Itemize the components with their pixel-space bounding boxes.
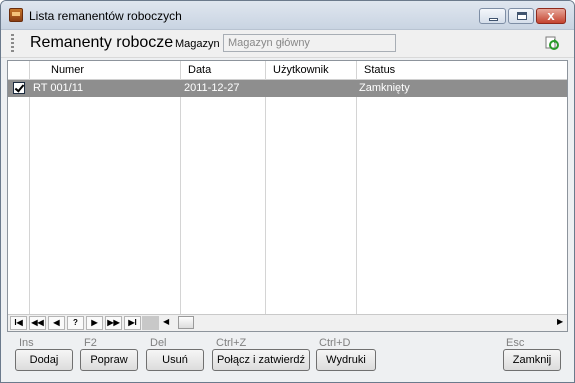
shortcut-polacz: Ctrl+Z: [216, 337, 247, 349]
scroll-right-icon[interactable]: ▶: [557, 317, 563, 326]
minimize-button[interactable]: [479, 8, 506, 24]
prints-button[interactable]: Wydruki: [316, 349, 376, 371]
table-row[interactable]: RT 001/11 2011-12-27 Zamknięty: [8, 80, 567, 97]
previous-page-button[interactable]: ◀◀: [29, 316, 46, 330]
edit-button[interactable]: Popraw: [80, 349, 138, 371]
nav-spacer: [142, 316, 159, 330]
add-button[interactable]: Dodaj: [15, 349, 73, 371]
column-header-uzytkownik[interactable]: Użytkownik: [273, 64, 329, 76]
column-divider: [265, 61, 266, 315]
close-window-button[interactable]: Zamknij: [503, 349, 561, 371]
navigation-bar: I◀ ◀◀ ◀ ? ▶ ▶▶ ▶I ◀ ▶: [8, 314, 567, 331]
column-header-numer[interactable]: Numer: [51, 64, 84, 76]
maximize-icon: [509, 9, 533, 23]
close-icon: x: [547, 8, 555, 23]
column-header-status[interactable]: Status: [364, 64, 395, 76]
window: Lista remanentów roboczych x Remanenty r…: [0, 0, 575, 383]
next-page-button[interactable]: ▶▶: [105, 316, 122, 330]
cell-status: Zamknięty: [359, 82, 410, 94]
next-record-button[interactable]: ▶: [86, 316, 103, 330]
maximize-button[interactable]: [508, 8, 534, 24]
shortcut-usun: Del: [150, 337, 167, 349]
previous-record-button[interactable]: ◀: [48, 316, 65, 330]
shortcut-wydruki: Ctrl+D: [319, 337, 351, 349]
row-checkbox[interactable]: [13, 82, 25, 94]
merge-approve-button[interactable]: Połącz i zatwierdź: [212, 349, 310, 371]
cell-data: 2011-12-27: [184, 82, 240, 94]
toolbar: Remanenty robocze Magazyn: [1, 30, 574, 58]
column-divider: [29, 61, 30, 315]
shortcut-zamknij: Esc: [506, 337, 525, 349]
last-record-button[interactable]: ▶I: [124, 316, 141, 330]
app-box-icon: [9, 8, 23, 22]
first-record-button[interactable]: I◀: [10, 316, 27, 330]
minimize-icon: [480, 9, 505, 23]
shortcut-dodaj: Ins: [19, 337, 34, 349]
toolbar-grip-icon[interactable]: [11, 34, 14, 52]
column-divider: [356, 61, 357, 315]
magazyn-field[interactable]: [223, 34, 396, 52]
column-header-data[interactable]: Data: [188, 64, 211, 76]
refresh-icon[interactable]: [545, 36, 559, 50]
magazyn-label: Magazyn: [175, 38, 220, 50]
window-title: Lista remanentów roboczych: [29, 9, 182, 23]
shortcut-popraw: F2: [84, 337, 97, 349]
title-bar[interactable]: Lista remanentów roboczych x: [1, 1, 574, 30]
scroll-left-icon[interactable]: ◀: [163, 317, 169, 326]
cell-numer: RT 001/11: [33, 82, 84, 94]
delete-button[interactable]: Usuń: [146, 349, 204, 371]
remanent-table: Numer Data Użytkownik Status RT 001/11 2…: [7, 60, 568, 332]
table-header: Numer Data Użytkownik Status: [8, 61, 567, 80]
close-button[interactable]: x: [536, 8, 566, 24]
horizontal-scroll-thumb[interactable]: [178, 316, 194, 329]
search-record-button[interactable]: ?: [67, 316, 84, 330]
page-title: Remanenty robocze: [30, 34, 174, 51]
column-divider: [180, 61, 181, 315]
